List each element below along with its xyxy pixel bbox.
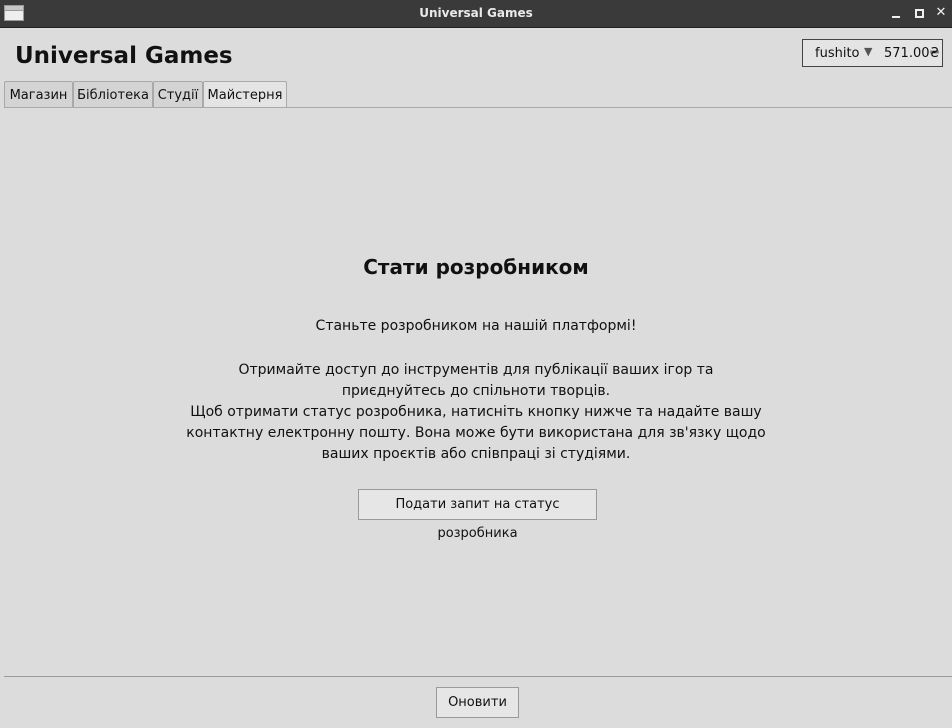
tab-studios[interactable]: Студії: [153, 81, 203, 108]
footer-divider: [4, 676, 952, 677]
chevron-down-icon: ▼: [864, 45, 873, 58]
account-selector[interactable]: fushito ▼ 571.00₴: [802, 39, 943, 67]
description-line: контактну електронну пошту. Вона може бу…: [186, 425, 766, 441]
refresh-button[interactable]: Оновити: [436, 687, 519, 718]
minimize-icon: [892, 16, 900, 18]
account-username: fushito: [815, 46, 860, 61]
account-balance: 571.00₴: [884, 46, 940, 61]
page-title: Стати розробником: [363, 255, 589, 279]
description-text: Отримайте доступ до інструментів для пуб…: [0, 360, 952, 465]
description-line: Щоб отримати статус розробника, натисніт…: [190, 404, 762, 420]
tab-workshop[interactable]: Майстерня: [203, 81, 287, 109]
description-line: приєднуйтесь до спільноти творців.: [341, 383, 611, 399]
app-title: Universal Games: [15, 43, 233, 69]
close-icon: ✕: [935, 5, 947, 20]
description-line: ваших проєктів або співпраці зі студіями…: [321, 446, 631, 462]
tab-library[interactable]: Бібліотека: [73, 81, 153, 108]
window-titlebar: Universal Games ✕: [0, 0, 952, 28]
lead-text: Станьте розробником на нашій платформі!: [315, 318, 637, 334]
request-developer-status-button[interactable]: Подати запит на статус розробника: [358, 489, 597, 541]
description-line: Отримайте доступ до інструментів для пуб…: [238, 362, 714, 378]
maximize-button[interactable]: [910, 4, 928, 22]
maximize-icon: [915, 9, 924, 18]
close-button[interactable]: ✕: [932, 4, 950, 22]
tab-store[interactable]: Магазин: [4, 81, 73, 108]
window-title: Universal Games: [419, 6, 533, 20]
minimize-button[interactable]: [887, 4, 905, 22]
